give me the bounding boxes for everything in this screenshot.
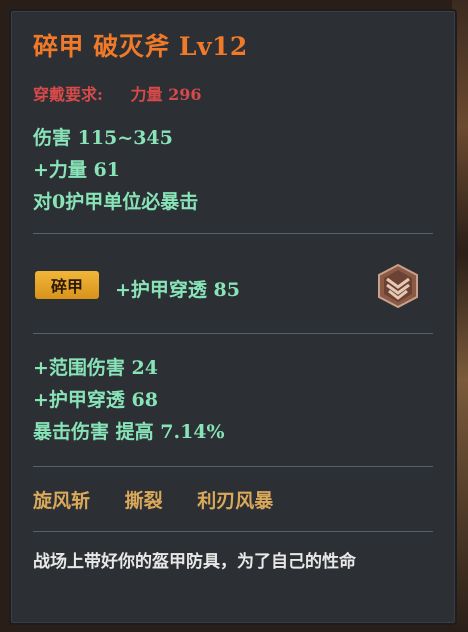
set-bonus: +护甲穿透 85 <box>115 279 240 301</box>
stat-crit-damage: 暴击伤害 提高 7.14% <box>33 421 225 443</box>
divider <box>33 466 433 467</box>
shield-chevron-emblem-icon <box>378 263 418 309</box>
item-title: 碎甲 破灭斧 Lv12 <box>33 32 248 61</box>
requirement-value: 力量 296 <box>130 85 202 104</box>
requirement-label: 穿戴要求: <box>33 85 103 104</box>
stat-armor-pen: +护甲穿透 68 <box>33 389 158 411</box>
skill-list: 旋风斩 撕裂 利刃风暴 <box>33 486 301 513</box>
divider <box>33 233 433 234</box>
skill-blade-storm: 利刃风暴 <box>197 490 274 512</box>
set-badge: 碎甲 <box>35 271 99 299</box>
stat-damage: 伤害 115~345 <box>33 127 173 149</box>
divider <box>33 333 433 334</box>
requirement-row: 穿戴要求: 力量 296 <box>33 81 201 105</box>
skill-whirlwind: 旋风斩 <box>33 490 91 512</box>
stat-crit-unarmored: 对0护甲单位必暴击 <box>33 191 199 213</box>
stat-strength: +力量 61 <box>33 159 120 181</box>
item-tooltip: 碎甲 破灭斧 Lv12 穿戴要求: 力量 296 伤害 115~345 +力量 … <box>9 9 457 625</box>
flavor-text: 战场上带好你的盔甲防具，为了自己的性命 <box>33 552 356 572</box>
divider <box>33 531 433 532</box>
stat-aoe-damage: +范围伤害 24 <box>33 357 158 379</box>
skill-rend: 撕裂 <box>124 490 163 512</box>
